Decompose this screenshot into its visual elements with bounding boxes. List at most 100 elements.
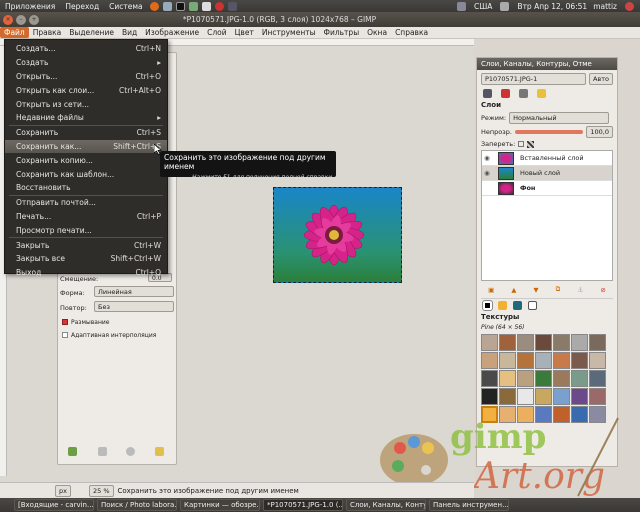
mail-icon[interactable] <box>162 1 172 11</box>
panel-menu-applications[interactable]: Приложения <box>0 2 60 11</box>
menu-item-open-as-layers[interactable]: Открыть как слои... Ctrl+Alt+O <box>5 83 167 97</box>
opacity-input[interactable]: 100,0 <box>586 126 613 138</box>
firefox-icon[interactable] <box>149 1 159 11</box>
texture-swatch[interactable] <box>517 370 534 387</box>
lock-pixels-checkbox[interactable] <box>518 141 525 147</box>
menu-view[interactable]: Вид <box>118 27 141 38</box>
menu-select[interactable]: Выделение <box>65 27 118 38</box>
zoom-select[interactable]: 25 % <box>88 484 114 497</box>
menu-file[interactable]: Файл <box>0 27 29 38</box>
task-button-layers[interactable]: Слои, Каналы, Конту... <box>346 499 426 511</box>
x-app-icon[interactable] <box>201 1 211 11</box>
texture-swatch[interactable] <box>517 352 534 369</box>
shape-select[interactable]: Линейная <box>94 286 174 297</box>
visibility-eye-icon[interactable]: ◉ <box>482 154 492 162</box>
task-button-toolbox[interactable]: Панель инструмен... <box>429 499 509 511</box>
menu-item-save-template[interactable]: Сохранить как шаблон... <box>5 167 167 181</box>
auto-button[interactable]: Авто <box>588 73 613 85</box>
texture-swatch[interactable] <box>535 334 552 351</box>
texture-swatch[interactable] <box>589 334 606 351</box>
unit-select[interactable]: px <box>55 484 71 497</box>
texture-swatch[interactable] <box>481 334 498 351</box>
panel-menu-places[interactable]: Переход <box>60 2 104 11</box>
texture-swatch[interactable] <box>481 388 498 405</box>
layer-row[interactable]: ◉ Новый слой <box>482 166 612 181</box>
texture-swatch[interactable] <box>481 370 498 387</box>
app-launcher-icon[interactable] <box>188 1 198 11</box>
power-icon[interactable] <box>625 1 634 11</box>
anchor-layer-icon[interactable]: ⚓ <box>577 286 583 294</box>
texture-swatch[interactable] <box>499 352 516 369</box>
texture-swatch[interactable] <box>553 352 570 369</box>
gimp-launcher-icon[interactable] <box>227 1 237 11</box>
keyboard-layout[interactable]: США <box>474 2 492 11</box>
maximize-icon[interactable]: + <box>29 14 39 25</box>
adaptive-checkbox[interactable] <box>62 332 68 338</box>
texture-swatch[interactable] <box>571 370 588 387</box>
user-name[interactable]: mattiz <box>593 2 617 11</box>
menu-filters[interactable]: Фильтры <box>320 27 364 38</box>
menu-windows[interactable]: Окна <box>363 27 391 38</box>
menu-item-create[interactable]: Создать ▸ <box>5 56 167 70</box>
task-button-mail[interactable]: [Входящие - carvin... <box>14 499 94 511</box>
reset-preset-icon[interactable] <box>155 447 164 456</box>
dither-checkbox[interactable] <box>62 319 68 325</box>
texture-swatch[interactable] <box>571 388 588 405</box>
channels-tab-icon[interactable] <box>501 89 510 98</box>
menu-item-save-as[interactable]: Сохранить как... Shift+Ctrl+S <box>5 139 167 154</box>
gradients-tab-icon[interactable] <box>513 301 522 310</box>
fonts-tab-icon[interactable] <box>528 301 537 310</box>
menu-tools[interactable]: Инструменты <box>258 27 320 38</box>
layer-row[interactable]: Фон <box>482 181 612 196</box>
texture-swatch[interactable] <box>571 334 588 351</box>
layer-row[interactable]: ◉ Вставленный слой <box>482 151 612 166</box>
panel-menu-system[interactable]: Система <box>104 2 147 11</box>
texture-swatch[interactable] <box>499 370 516 387</box>
menu-item-recent[interactable]: Недавние файлы ▸ <box>5 111 167 125</box>
texture-swatch[interactable] <box>517 388 534 405</box>
texture-swatch[interactable] <box>589 370 606 387</box>
menu-item-quit[interactable]: Выход Ctrl+Q <box>5 266 167 280</box>
new-layer-icon[interactable]: ▣ <box>488 286 494 294</box>
texture-swatch[interactable] <box>589 388 606 405</box>
save-preset-icon[interactable] <box>68 447 77 456</box>
image-select[interactable]: P1070571.JPG-1 <box>481 73 586 85</box>
texture-swatch[interactable] <box>481 352 498 369</box>
menu-item-new[interactable]: Создать... Ctrl+N <box>5 42 167 56</box>
menu-help[interactable]: Справка <box>391 27 432 38</box>
texture-swatch[interactable] <box>571 352 588 369</box>
lock-alpha-icon[interactable] <box>527 140 535 148</box>
opacity-slider[interactable] <box>514 130 584 134</box>
texture-swatch[interactable] <box>589 352 606 369</box>
texture-swatch[interactable] <box>499 334 516 351</box>
minimize-icon[interactable]: – <box>16 14 26 25</box>
menu-item-open-location[interactable]: Открыть из сети... <box>5 97 167 111</box>
task-button-search[interactable]: Поиск / Photo labora... <box>97 499 177 511</box>
menu-layer[interactable]: Слой <box>203 27 231 38</box>
menu-item-save-copy[interactable]: Сохранить копию... <box>5 153 167 167</box>
brushes-tab-icon[interactable] <box>482 300 493 311</box>
menu-item-print[interactable]: Печать... Ctrl+P <box>5 210 167 224</box>
texture-swatch[interactable] <box>553 334 570 351</box>
repeat-select[interactable]: Без <box>94 301 174 312</box>
restore-preset-icon[interactable] <box>98 447 107 456</box>
menu-edit[interactable]: Правка <box>29 27 66 38</box>
layer-name[interactable]: Вставленный слой <box>520 154 584 162</box>
layer-name[interactable]: Новый слой <box>520 169 560 177</box>
texture-swatch[interactable] <box>553 370 570 387</box>
menu-image[interactable]: Изображение <box>141 27 203 38</box>
raise-layer-icon[interactable]: ▲ <box>511 286 516 294</box>
clock[interactable]: Втр Апр 12, 06:51 <box>517 2 587 11</box>
visibility-eye-icon[interactable]: ◉ <box>482 169 492 177</box>
terminal-icon[interactable] <box>175 1 185 11</box>
menu-item-close-all[interactable]: Закрыть все Shift+Ctrl+W <box>5 252 167 266</box>
texture-swatch[interactable] <box>553 388 570 405</box>
task-button-gimp-image[interactable]: *P1070571.JPG-1.0 (... <box>263 499 343 511</box>
layer-name[interactable]: Фон <box>520 184 535 192</box>
menu-item-revert[interactable]: Восстановить <box>5 181 167 195</box>
texture-swatch[interactable] <box>535 370 552 387</box>
menu-item-print-preview[interactable]: Просмотр печати... <box>5 223 167 237</box>
texture-swatch[interactable] <box>535 352 552 369</box>
menu-item-close[interactable]: Закрыть Ctrl+W <box>5 238 167 252</box>
paths-tab-icon[interactable] <box>519 89 528 98</box>
